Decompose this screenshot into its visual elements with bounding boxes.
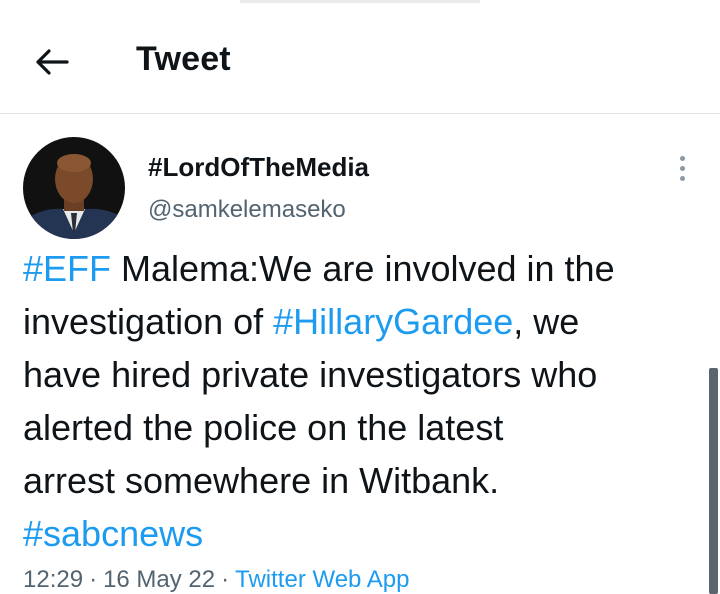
tweet-metadata: 12:29 · 16 May 22 · Twitter Web App — [23, 566, 409, 594]
top-app-bar: Tweet — [0, 0, 720, 114]
tweet-line: #sabcnews — [23, 507, 713, 560]
avatar-image — [23, 137, 125, 239]
hashtag-link[interactable]: #sabcnews — [23, 513, 203, 554]
more-vertical-icon — [679, 155, 685, 161]
hashtag-link[interactable]: #EFF — [23, 248, 111, 289]
page-title: Tweet — [136, 40, 231, 78]
tweet-line: investigation of #HillaryGardee, we — [23, 295, 713, 348]
tweet-time: 12:29 — [23, 566, 84, 593]
author-handle[interactable]: @samkelemaseko — [148, 196, 346, 224]
meta-separator: · — [89, 566, 98, 593]
tweet-line: have hired private investigators who — [23, 354, 598, 395]
author-display-name[interactable]: #LordOfTheMedia — [148, 152, 369, 183]
tweet-text-segment: Malema:We are involved in the — [111, 248, 615, 289]
arrow-left-icon — [36, 49, 69, 75]
tweet-source-link[interactable]: Twitter Web App — [235, 566, 409, 593]
scrollbar[interactable] — [709, 368, 718, 594]
more-vertical-icon-dot — [679, 175, 685, 181]
more-vertical-icon-dot — [679, 165, 685, 171]
back-button[interactable] — [28, 38, 76, 86]
tweet-line: #EFF Malema:We are involved in the — [23, 242, 713, 295]
tweet-date: 16 May 22 — [103, 566, 216, 593]
more-options-button[interactable] — [668, 150, 696, 186]
tweet-line: alerted the police on the latest — [23, 407, 504, 448]
tweet-line: arrest somewhere in Witbank. — [23, 460, 500, 501]
tweet-text-segment: , we — [513, 301, 580, 342]
tweet-text-segment: investigation of — [23, 301, 274, 342]
meta-separator: · — [221, 566, 230, 593]
hashtag-link[interactable]: #HillaryGardee — [273, 301, 513, 342]
avatar[interactable] — [23, 137, 125, 239]
tweet-body: #EFF Malema:We are involved in the inves… — [23, 242, 713, 560]
